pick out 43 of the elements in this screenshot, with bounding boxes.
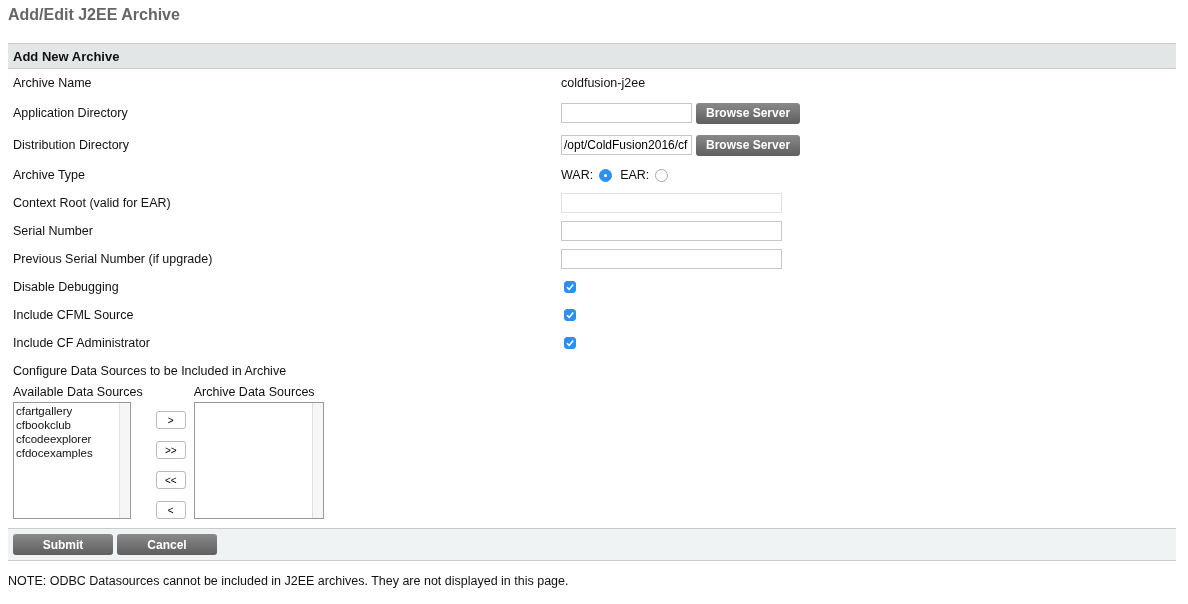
field-label: Distribution Directory	[13, 138, 130, 152]
field-label: Context Root (valid for EAR)	[13, 196, 172, 210]
field-label: Archive Type	[13, 168, 87, 182]
radio-button[interactable]	[599, 168, 613, 182]
field-label: Disable Debugging	[13, 280, 120, 294]
browse-button[interactable]: Browse Server	[696, 102, 801, 124]
page-title: Add/Edit J2EE Archive	[8, 6, 181, 25]
checkbox[interactable]	[564, 337, 576, 349]
list-label: Archive Data Sources	[193, 385, 316, 401]
field-label: Archive Name	[13, 76, 93, 90]
list-item[interactable]: cfcodeexplorer	[16, 432, 117, 446]
radio-label: EAR:	[620, 168, 650, 182]
browse-button[interactable]: Browse Server	[696, 134, 801, 156]
list-item[interactable]: cfartgallery	[16, 404, 117, 418]
cancel-button[interactable]: Cancel	[117, 534, 217, 555]
note-text: NOTE: ODBC Datasources cannot be included in J2EE archives. They are not displayed in this page.	[8, 574, 570, 588]
scrollbar[interactable]	[119, 403, 130, 518]
checkbox[interactable]	[564, 281, 576, 293]
field-label: Previous Serial Number (if upgrade)	[13, 252, 214, 266]
checkbox[interactable]	[564, 309, 576, 321]
move-button[interactable]: <<	[155, 471, 186, 489]
list-label: Available Data Sources	[13, 385, 143, 401]
section-header: Add New Archive	[8, 44, 1176, 69]
directory-field[interactable]	[561, 103, 692, 123]
directory-field[interactable]: /opt/ColdFusion2016/cf	[561, 135, 692, 155]
listbox[interactable]	[193, 402, 324, 519]
move-button[interactable]: <	[155, 501, 186, 519]
move-button[interactable]: >>	[155, 441, 186, 459]
section-label: Configure Data Sources to be Included in Archive	[13, 364, 288, 378]
submit-button[interactable]: Submit	[13, 534, 113, 555]
radio-label: WAR:	[561, 168, 594, 182]
scrollbar[interactable]	[311, 403, 323, 518]
field-label: Serial Number	[13, 224, 94, 238]
field-label: Include CFML Source	[13, 308, 135, 322]
list-item[interactable]: cfbookclub	[16, 418, 117, 432]
move-button[interactable]: >	[155, 411, 186, 429]
text-field[interactable]	[561, 221, 782, 241]
list-item[interactable]: cfdocexamples	[16, 446, 117, 460]
field-value: coldfusion-j2ee	[561, 76, 646, 90]
listbox[interactable]: cfartgallery cfbookclub cfcodeexplorer cfdocexamples	[13, 402, 131, 519]
text-field[interactable]	[561, 249, 782, 269]
field-label: Include CF Administrator	[13, 336, 151, 350]
field-label: Application Directory	[13, 106, 129, 120]
